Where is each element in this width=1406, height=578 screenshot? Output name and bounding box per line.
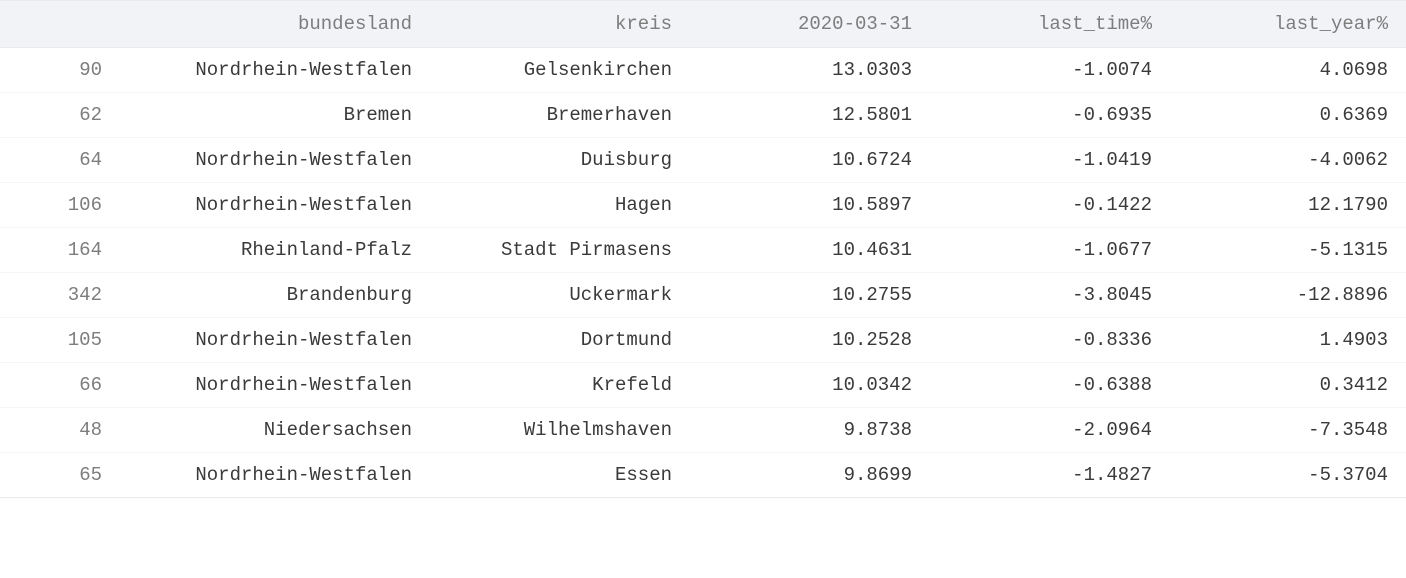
- cell-date: 9.8699: [690, 453, 930, 498]
- cell-last-time: -0.8336: [930, 318, 1170, 363]
- cell-last-year: 0.6369: [1170, 93, 1406, 138]
- table-row: 66 Nordrhein-Westfalen Krefeld 10.0342 -…: [0, 363, 1406, 408]
- cell-last-time: -1.0677: [930, 228, 1170, 273]
- cell-bundesland: Rheinland-Pfalz: [120, 228, 430, 273]
- header-bundesland: bundesland: [120, 1, 430, 48]
- cell-last-time: -1.0419: [930, 138, 1170, 183]
- cell-kreis: Krefeld: [430, 363, 690, 408]
- table-body: 90 Nordrhein-Westfalen Gelsenkirchen 13.…: [0, 48, 1406, 498]
- cell-last-year: -12.8896: [1170, 273, 1406, 318]
- table-row: 105 Nordrhein-Westfalen Dortmund 10.2528…: [0, 318, 1406, 363]
- cell-index: 64: [0, 138, 120, 183]
- cell-last-time: -0.6388: [930, 363, 1170, 408]
- header-row: bundesland kreis 2020-03-31 last_time% l…: [0, 1, 1406, 48]
- cell-bundesland: Nordrhein-Westfalen: [120, 48, 430, 93]
- cell-kreis: Uckermark: [430, 273, 690, 318]
- cell-last-time: -0.1422: [930, 183, 1170, 228]
- cell-bundesland: Brandenburg: [120, 273, 430, 318]
- cell-kreis: Gelsenkirchen: [430, 48, 690, 93]
- cell-bundesland: Nordrhein-Westfalen: [120, 138, 430, 183]
- cell-kreis: Dortmund: [430, 318, 690, 363]
- cell-last-time: -1.0074: [930, 48, 1170, 93]
- cell-last-year: -4.0062: [1170, 138, 1406, 183]
- cell-kreis: Hagen: [430, 183, 690, 228]
- table-row: 106 Nordrhein-Westfalen Hagen 10.5897 -0…: [0, 183, 1406, 228]
- table-row: 65 Nordrhein-Westfalen Essen 9.8699 -1.4…: [0, 453, 1406, 498]
- cell-index: 65: [0, 453, 120, 498]
- cell-date: 10.5897: [690, 183, 930, 228]
- cell-date: 9.8738: [690, 408, 930, 453]
- header-kreis: kreis: [430, 1, 690, 48]
- data-table: bundesland kreis 2020-03-31 last_time% l…: [0, 0, 1406, 498]
- cell-date: 10.4631: [690, 228, 930, 273]
- cell-date: 10.0342: [690, 363, 930, 408]
- cell-last-year: 4.0698: [1170, 48, 1406, 93]
- cell-last-year: 0.3412: [1170, 363, 1406, 408]
- cell-date: 10.2528: [690, 318, 930, 363]
- table-row: 62 Bremen Bremerhaven 12.5801 -0.6935 0.…: [0, 93, 1406, 138]
- cell-kreis: Duisburg: [430, 138, 690, 183]
- cell-index: 105: [0, 318, 120, 363]
- cell-last-time: -1.4827: [930, 453, 1170, 498]
- cell-last-time: -2.0964: [930, 408, 1170, 453]
- cell-bundesland: Nordrhein-Westfalen: [120, 363, 430, 408]
- cell-last-time: -3.8045: [930, 273, 1170, 318]
- cell-last-year: -7.3548: [1170, 408, 1406, 453]
- cell-index: 62: [0, 93, 120, 138]
- cell-index: 48: [0, 408, 120, 453]
- cell-date: 10.6724: [690, 138, 930, 183]
- cell-index: 90: [0, 48, 120, 93]
- table-row: 48 Niedersachsen Wilhelmshaven 9.8738 -2…: [0, 408, 1406, 453]
- cell-kreis: Bremerhaven: [430, 93, 690, 138]
- cell-date: 10.2755: [690, 273, 930, 318]
- table-row: 64 Nordrhein-Westfalen Duisburg 10.6724 …: [0, 138, 1406, 183]
- cell-bundesland: Nordrhein-Westfalen: [120, 318, 430, 363]
- cell-bundesland: Nordrhein-Westfalen: [120, 453, 430, 498]
- header-date: 2020-03-31: [690, 1, 930, 48]
- cell-last-year: -5.1315: [1170, 228, 1406, 273]
- header-last-year: last_year%: [1170, 1, 1406, 48]
- cell-index: 342: [0, 273, 120, 318]
- cell-index: 106: [0, 183, 120, 228]
- cell-kreis: Essen: [430, 453, 690, 498]
- header-index: [0, 1, 120, 48]
- cell-last-year: 1.4903: [1170, 318, 1406, 363]
- cell-bundesland: Nordrhein-Westfalen: [120, 183, 430, 228]
- header-last-time: last_time%: [930, 1, 1170, 48]
- cell-last-year: -5.3704: [1170, 453, 1406, 498]
- table-row: 164 Rheinland-Pfalz Stadt Pirmasens 10.4…: [0, 228, 1406, 273]
- table-row: 90 Nordrhein-Westfalen Gelsenkirchen 13.…: [0, 48, 1406, 93]
- cell-date: 13.0303: [690, 48, 930, 93]
- table-row: 342 Brandenburg Uckermark 10.2755 -3.804…: [0, 273, 1406, 318]
- cell-bundesland: Bremen: [120, 93, 430, 138]
- cell-last-time: -0.6935: [930, 93, 1170, 138]
- cell-kreis: Stadt Pirmasens: [430, 228, 690, 273]
- cell-date: 12.5801: [690, 93, 930, 138]
- cell-bundesland: Niedersachsen: [120, 408, 430, 453]
- cell-kreis: Wilhelmshaven: [430, 408, 690, 453]
- cell-last-year: 12.1790: [1170, 183, 1406, 228]
- cell-index: 164: [0, 228, 120, 273]
- cell-index: 66: [0, 363, 120, 408]
